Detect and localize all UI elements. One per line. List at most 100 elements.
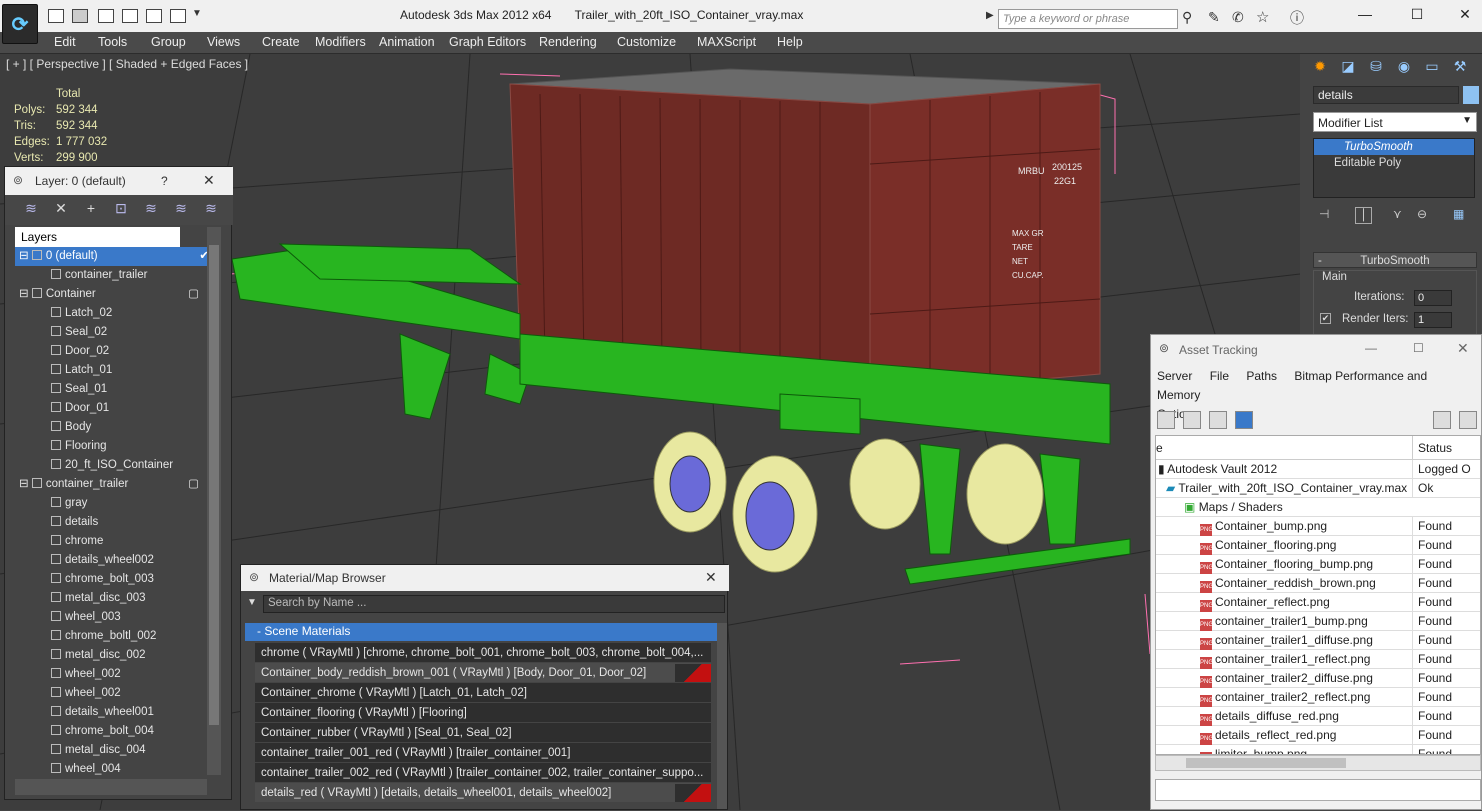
- display-tab-icon[interactable]: ▭: [1421, 58, 1443, 80]
- asset-menu-bitmap-performance[interactable]: Bitmap Performance and Memory: [1157, 369, 1427, 402]
- layer-row[interactable]: chrome: [15, 532, 207, 551]
- freeze-all-layers-icon[interactable]: ≋: [201, 200, 221, 220]
- layer-help-button[interactable]: ?: [161, 174, 168, 188]
- add-to-layer-icon[interactable]: +: [81, 200, 101, 220]
- communication-icon[interactable]: ✆: [1232, 9, 1244, 26]
- asset-menu-paths[interactable]: Paths: [1246, 369, 1277, 383]
- undo-icon[interactable]: [98, 9, 114, 23]
- render-iters-checkbox[interactable]: ✔: [1320, 313, 1331, 324]
- layer-row[interactable]: metal_disc_003: [15, 589, 207, 608]
- layer-row[interactable]: ⊟ container_trailer ▢: [15, 475, 207, 494]
- layer-scroll-thumb[interactable]: [209, 245, 219, 725]
- table-row[interactable]: PNG details_diffuse_red.png Found: [1156, 707, 1480, 726]
- table-row[interactable]: PNG container_trailer2_diffuse.png Found: [1156, 669, 1480, 688]
- hierarchy-tab-icon[interactable]: ⛁: [1365, 58, 1387, 80]
- layer-row[interactable]: details: [15, 513, 207, 532]
- highlight-selected-icon[interactable]: ≋: [141, 200, 161, 220]
- table-row[interactable]: PNG container_trailer2_reflect.png Found: [1156, 688, 1480, 707]
- asset-tracking-title-bar[interactable]: ⊚ Asset Tracking — ☐ ✕: [1151, 335, 1482, 363]
- thumbnail-view-icon[interactable]: [1209, 411, 1227, 429]
- make-unique-icon[interactable]: ⋎: [1393, 207, 1402, 221]
- create-tab-icon[interactable]: ✹: [1309, 58, 1331, 80]
- delete-layer-icon[interactable]: ✕: [51, 200, 71, 220]
- object-name-field[interactable]: details: [1313, 86, 1459, 104]
- material-row[interactable]: container_trailer_001_red ( VRayMtl ) [t…: [255, 743, 711, 763]
- menu-rendering[interactable]: Rendering: [539, 35, 597, 49]
- project-folder-icon[interactable]: [146, 9, 162, 23]
- material-list-scrollbar[interactable]: [717, 623, 727, 809]
- hide-all-layers-icon[interactable]: ≋: [171, 200, 191, 220]
- menu-maxscript[interactable]: MAXScript: [697, 35, 756, 49]
- menu-group[interactable]: Group: [151, 35, 186, 49]
- table-row[interactable]: PNG details_reflect_red.png Found: [1156, 726, 1480, 745]
- highlight-icon[interactable]: [1459, 411, 1477, 429]
- table-view-icon[interactable]: [1235, 411, 1253, 429]
- asset-menu-server[interactable]: Server: [1157, 369, 1192, 383]
- asset-menu-file[interactable]: File: [1210, 369, 1229, 383]
- binoculars-icon[interactable]: ⚲: [1182, 9, 1192, 26]
- asset-minimize-button[interactable]: —: [1365, 341, 1377, 355]
- menu-help[interactable]: Help: [777, 35, 803, 49]
- material-row[interactable]: chrome ( VRayMtl ) [chrome, chrome_bolt_…: [255, 643, 711, 663]
- layer-row[interactable]: Seal_01: [15, 380, 207, 399]
- stack-item-turbosmooth[interactable]: TurboSmooth: [1314, 139, 1474, 155]
- asset-path-field[interactable]: [1155, 779, 1481, 801]
- table-row[interactable]: PNG Container_flooring.png Found: [1156, 536, 1480, 555]
- workspace-icon[interactable]: [170, 9, 186, 23]
- layer-row[interactable]: details_wheel001: [15, 703, 207, 722]
- layer-row[interactable]: chrome_bolt_004: [15, 722, 207, 741]
- app-logo-icon[interactable]: ⟳: [2, 4, 38, 44]
- menu-tools[interactable]: Tools: [98, 35, 127, 49]
- quick-access-dropdown-icon[interactable]: ▼: [192, 8, 202, 19]
- asset-horizontal-scrollbar[interactable]: [1155, 755, 1481, 771]
- layer-close-button[interactable]: ✕: [203, 172, 215, 189]
- browser-options-dropdown-icon[interactable]: ▼: [247, 597, 257, 608]
- table-row[interactable]: PNG container_trailer1_reflect.png Found: [1156, 650, 1480, 669]
- select-objects-icon[interactable]: ⊡: [111, 200, 131, 220]
- layer-row[interactable]: Latch_02: [15, 304, 207, 323]
- table-row[interactable]: PNG container_trailer1_bump.png Found: [1156, 612, 1480, 631]
- asset-close-button[interactable]: ✕: [1457, 340, 1469, 357]
- search-expand-icon[interactable]: ▶: [986, 10, 994, 21]
- render-iters-spinner[interactable]: 1: [1414, 312, 1452, 328]
- layer-row[interactable]: wheel_002: [15, 684, 207, 703]
- modifier-list-dropdown[interactable]: Modifier List ▼: [1313, 112, 1477, 132]
- layer-row[interactable]: metal_disc_002: [15, 646, 207, 665]
- menu-views[interactable]: Views: [207, 35, 240, 49]
- maximize-button[interactable]: ☐: [1402, 6, 1432, 23]
- column-status-header[interactable]: Status: [1412, 436, 1457, 460]
- show-end-result-icon[interactable]: ⏐: [1355, 207, 1372, 224]
- material-row[interactable]: Container_flooring ( VRayMtl ) [Flooring…: [255, 703, 711, 723]
- redo-icon[interactable]: [122, 9, 138, 23]
- material-row[interactable]: Container_rubber ( VRayMtl ) [Seal_01, S…: [255, 723, 711, 743]
- layer-row[interactable]: 20_ft_ISO_Container: [15, 456, 207, 475]
- layer-row[interactable]: gray: [15, 494, 207, 513]
- utilities-tab-icon[interactable]: ⚒: [1449, 58, 1471, 80]
- wrench-icon[interactable]: ✎: [1208, 9, 1220, 26]
- table-row[interactable]: PNG Container_reddish_brown.png Found: [1156, 574, 1480, 593]
- layer-row[interactable]: Door_02: [15, 342, 207, 361]
- scene-materials-group[interactable]: - Scene Materials: [245, 623, 717, 641]
- menu-create[interactable]: Create: [262, 35, 300, 49]
- asset-scroll-thumb[interactable]: [1186, 758, 1346, 768]
- menu-edit[interactable]: Edit: [54, 35, 76, 49]
- close-button[interactable]: ✕: [1450, 6, 1480, 23]
- menu-graph-editors[interactable]: Graph Editors: [449, 35, 526, 49]
- help-icon[interactable]: [1433, 411, 1451, 429]
- table-row[interactable]: PNG Container_flooring_bump.png Found: [1156, 555, 1480, 574]
- search-input[interactable]: Type a keyword or phrase: [998, 9, 1178, 29]
- layer-row[interactable]: Seal_02: [15, 323, 207, 342]
- pin-stack-icon[interactable]: ⊣: [1319, 207, 1329, 221]
- layer-row[interactable]: chrome_bolt_003: [15, 570, 207, 589]
- table-row[interactable]: ▣ Maps / Shaders: [1156, 498, 1480, 517]
- material-row[interactable]: Container_body_reddish_brown_001 ( VRayM…: [255, 663, 711, 683]
- table-row[interactable]: PNGlimiter_bump.pngFound: [1156, 745, 1480, 754]
- asset-maximize-button[interactable]: ☐: [1413, 341, 1424, 355]
- material-row[interactable]: container_trailer_002_red ( VRayMtl ) [t…: [255, 763, 711, 783]
- layer-horizontal-scrollbar[interactable]: [15, 779, 207, 795]
- layer-row[interactable]: Latch_01: [15, 361, 207, 380]
- new-file-icon[interactable]: [48, 9, 64, 23]
- material-row[interactable]: Container_chrome ( VRayMtl ) [Latch_01, …: [255, 683, 711, 703]
- iterations-spinner[interactable]: 0: [1414, 290, 1452, 306]
- layers-column-header[interactable]: Layers: [15, 227, 180, 247]
